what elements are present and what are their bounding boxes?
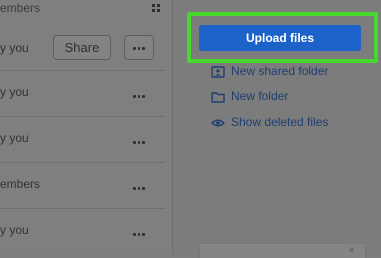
folder-icon bbox=[211, 90, 225, 104]
row-owner: y you bbox=[0, 131, 29, 145]
row-owner: y you bbox=[0, 85, 29, 99]
column-header: embers bbox=[0, 0, 172, 16]
action-label: New folder bbox=[231, 89, 289, 103]
more-icon bbox=[133, 47, 145, 51]
table-row[interactable]: y you bbox=[0, 209, 172, 255]
table-row[interactable]: embers bbox=[0, 163, 172, 209]
row-owner: embers bbox=[0, 177, 41, 191]
grid-view-icon[interactable] bbox=[152, 4, 160, 12]
file-list-pane: embers y you Share y you y you embers y … bbox=[0, 0, 172, 255]
action-label: Show deleted files bbox=[231, 115, 329, 129]
close-icon[interactable]: ✕ bbox=[348, 245, 356, 256]
row-owner: y you bbox=[0, 41, 29, 55]
more-options-button[interactable] bbox=[124, 35, 154, 60]
table-row[interactable]: y you bbox=[0, 71, 172, 117]
row-owner: y you bbox=[0, 223, 29, 237]
more-icon[interactable] bbox=[133, 95, 145, 99]
more-icon[interactable] bbox=[133, 187, 145, 191]
upload-files-button[interactable]: Upload files bbox=[199, 25, 361, 51]
more-icon[interactable] bbox=[133, 141, 145, 145]
shared-folder-icon bbox=[211, 65, 225, 79]
more-icon[interactable] bbox=[133, 233, 145, 237]
eye-icon bbox=[210, 116, 226, 130]
column-header-label: embers bbox=[0, 1, 41, 15]
notification-card bbox=[199, 243, 366, 258]
share-button[interactable]: Share bbox=[53, 35, 111, 60]
table-row[interactable]: y you bbox=[0, 117, 172, 163]
action-label: New shared folder bbox=[231, 64, 329, 78]
